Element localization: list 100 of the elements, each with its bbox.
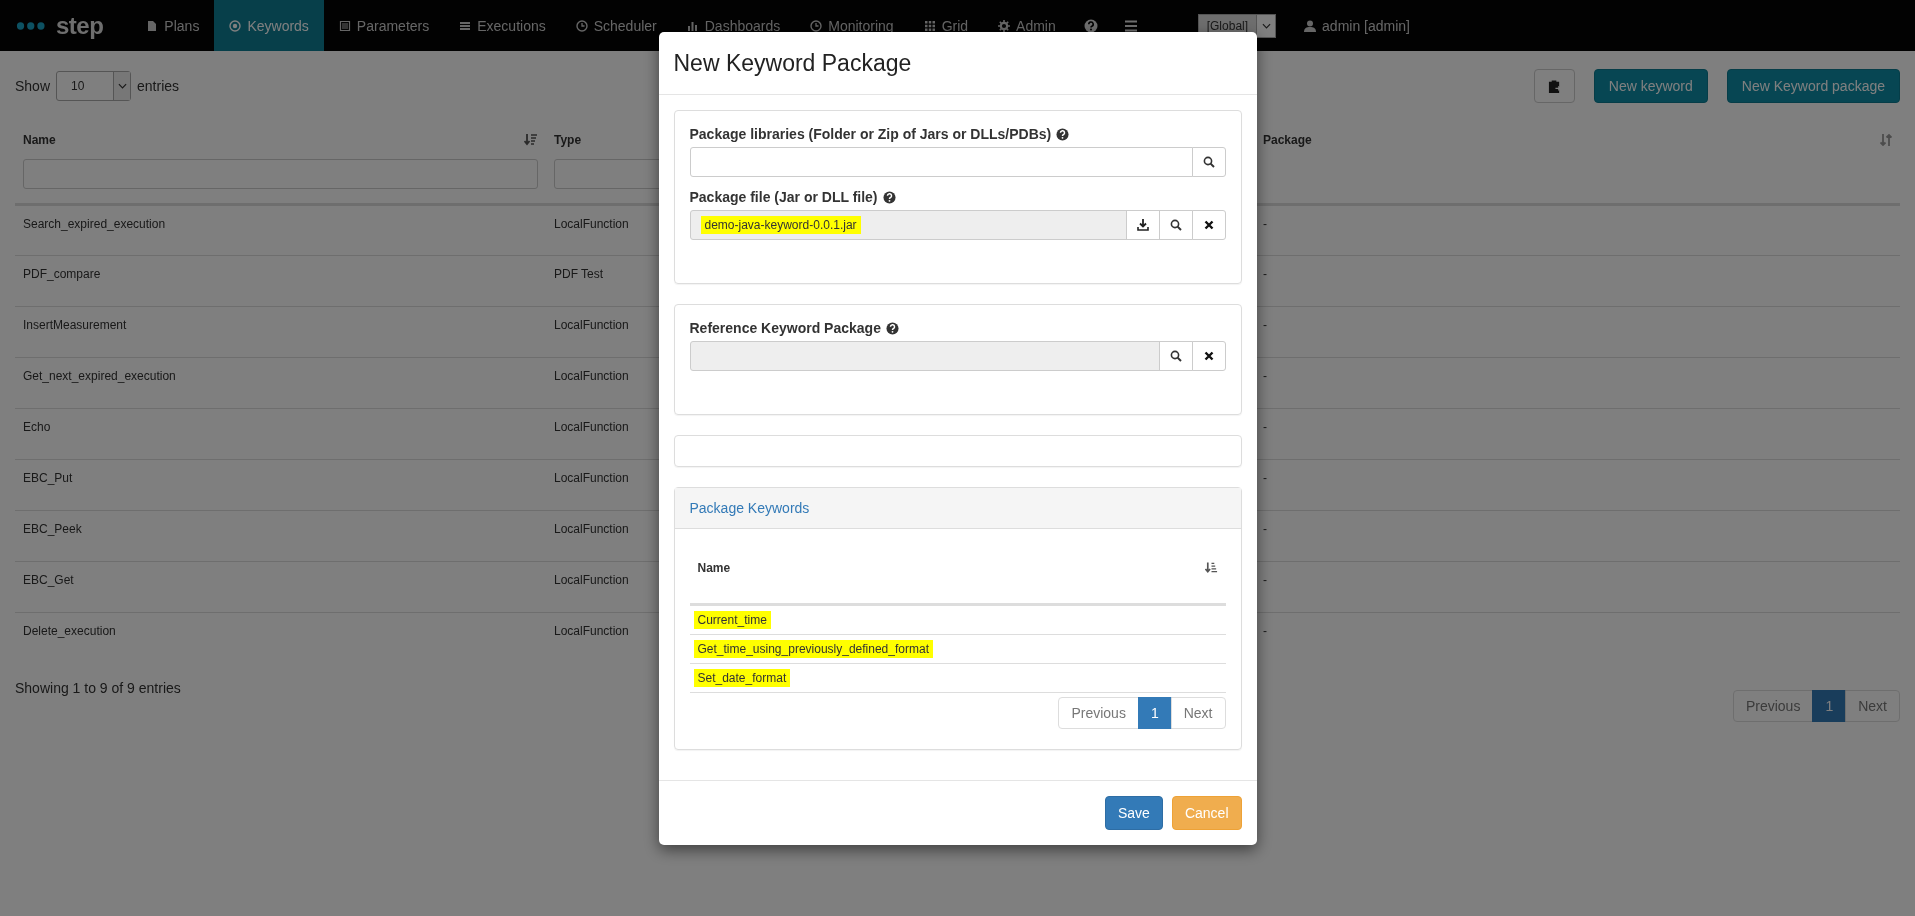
field-label: Package file (Jar or DLL file) — [689, 189, 878, 205]
table-cell: - — [1263, 369, 1267, 383]
table-cell: - — [1263, 217, 1267, 231]
table-cell: Delete_execution — [23, 624, 116, 638]
pagination-button[interactable]: Previous — [1058, 697, 1139, 729]
input-field[interactable] — [689, 341, 1160, 371]
input-field[interactable] — [689, 147, 1193, 177]
nav-item-icon — [146, 19, 159, 32]
action-button[interactable]: New keyword — [1593, 69, 1708, 103]
table-cell: PDF_compare — [23, 267, 101, 281]
nav-tab[interactable]: Scheduler — [560, 0, 672, 51]
table-cell: LocalFunction — [554, 420, 629, 434]
table-cell: - — [1263, 624, 1267, 638]
import-button[interactable] — [1533, 69, 1575, 103]
entries-select[interactable]: 10 — [56, 71, 132, 101]
download-button[interactable] — [1125, 210, 1160, 240]
save-button[interactable]: Save — [1105, 796, 1163, 830]
show-label: Show — [15, 78, 51, 94]
sort-icon — [1880, 134, 1892, 146]
field-label: Package libraries (Folder or Zip of Jars or DLLs/PDBs) — [689, 126, 1052, 142]
table-cell: LocalFunction — [554, 217, 629, 231]
menu-icon[interactable] — [1123, 18, 1138, 33]
entries-info: Showing 1 to 9 of 9 entries — [15, 679, 181, 696]
search-icon — [1169, 350, 1182, 362]
table-cell: LocalFunction — [554, 522, 629, 536]
user-icon — [1304, 19, 1317, 32]
filter-field[interactable] — [23, 159, 538, 189]
nav-tab[interactable]: Executions — [444, 0, 561, 51]
sort-ascending-icon — [1204, 562, 1218, 574]
table-cell: Get_next_expired_execution — [23, 369, 176, 383]
search-button[interactable] — [1158, 210, 1193, 240]
table-cell: - — [1263, 267, 1267, 281]
nav-item-icon — [338, 19, 351, 32]
nav-tab[interactable]: Admin — [983, 0, 1071, 51]
clear-button[interactable] — [1191, 341, 1226, 371]
table-cell: PDF Test — [554, 267, 604, 281]
chevron-down-icon — [1261, 22, 1271, 29]
nav-item-icon — [686, 19, 699, 32]
pagination-button[interactable]: 1 — [1137, 697, 1172, 729]
search-button[interactable] — [1158, 341, 1193, 371]
help-icon[interactable] — [885, 321, 899, 335]
column-header[interactable]: Package — [1255, 121, 1900, 159]
table-cell: Echo — [23, 420, 51, 434]
entries-label: entries — [137, 78, 180, 94]
table-cell: InsertMeasurement — [23, 318, 127, 332]
nav-tab[interactable]: Grid — [908, 0, 984, 51]
table-cell: LocalFunction — [554, 573, 629, 587]
nav-item-icon — [229, 19, 242, 32]
panel-title: Package Keywords — [689, 500, 810, 516]
table-cell: EBC_Put — [23, 471, 73, 485]
field-label: Reference Keyword Package — [689, 320, 881, 336]
chevron-down-icon — [117, 83, 127, 89]
close-icon — [1203, 351, 1214, 361]
action-button[interactable]: New Keyword package — [1726, 69, 1900, 103]
keyword-name: Current_time — [693, 611, 771, 629]
table-cell: - — [1263, 522, 1267, 536]
table-cell: - — [1263, 471, 1267, 485]
help-icon[interactable] — [1056, 127, 1070, 141]
field-value: demo-java-keyword-0.0.1.jar — [700, 216, 861, 234]
keyword-name: Set_date_format — [693, 669, 791, 687]
modal-title: New Keyword Package — [673, 49, 913, 78]
table-cell: - — [1263, 318, 1267, 332]
table-cell: EBC_Peek — [23, 522, 82, 536]
nav-item-icon — [459, 19, 472, 32]
nav-item-icon — [810, 19, 823, 32]
search-button[interactable] — [1191, 147, 1226, 177]
app-logo[interactable]: step — [0, 0, 132, 51]
pagination-button[interactable]: Previous — [1732, 689, 1814, 722]
table-cell: EBC_Get — [23, 573, 74, 587]
search-icon — [1202, 156, 1215, 168]
pagination-button[interactable]: 1 — [1812, 689, 1847, 722]
help-icon[interactable] — [882, 190, 896, 204]
table-cell: LocalFunction — [554, 318, 629, 332]
table-cell: LocalFunction — [554, 624, 629, 638]
pagination-button[interactable]: Next — [1845, 689, 1900, 722]
clear-button[interactable] — [1191, 210, 1226, 240]
column-header[interactable]: Name — [15, 121, 546, 159]
close-icon — [1203, 220, 1214, 230]
help-icon[interactable] — [1083, 18, 1098, 33]
clipboard-icon — [1547, 78, 1561, 94]
download-icon — [1136, 219, 1149, 231]
keyword-name: Get_time_using_previously_defined_format — [693, 640, 933, 658]
nav-item-icon — [998, 19, 1011, 32]
user-menu[interactable]: admin [admin] — [1304, 17, 1410, 34]
table-cell: Search_expired_execution — [23, 217, 166, 231]
nav-item-icon — [575, 19, 588, 32]
nav-tab[interactable]: Monitoring — [795, 0, 909, 51]
table-cell: - — [1263, 420, 1267, 434]
cancel-button[interactable]: Cancel — [1171, 796, 1242, 830]
input-field[interactable]: demo-java-keyword-0.0.1.jar — [689, 210, 1127, 240]
nav-tab[interactable]: Keywords — [214, 0, 324, 51]
search-icon — [1169, 219, 1182, 231]
table-cell: - — [1263, 573, 1267, 587]
table-cell: LocalFunction — [554, 369, 629, 383]
column-header[interactable]: Name — [689, 533, 1226, 606]
table-cell: LocalFunction — [554, 471, 629, 485]
nav-item-icon — [923, 19, 936, 32]
sort-descending-icon — [524, 134, 538, 146]
nav-tab[interactable]: Dashboards — [671, 0, 796, 51]
pagination-button[interactable]: Next — [1170, 697, 1226, 729]
